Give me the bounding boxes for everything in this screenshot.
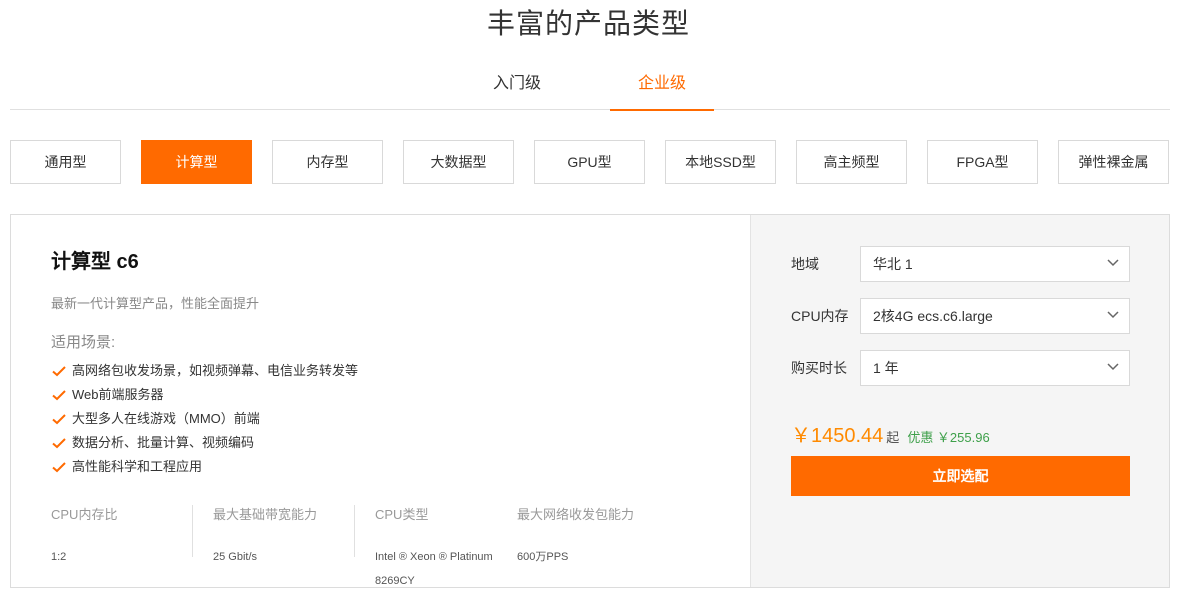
spec-value: Intel ® Xeon ® Platinum 8269CY: [375, 551, 493, 587]
chevron-down-icon: [1107, 259, 1119, 267]
type-tab-memory[interactable]: 内存型: [272, 140, 383, 184]
product-panel: 计算型 c6 最新一代计算型产品，性能全面提升 适用场景: 高网络包收发场景，如…: [10, 214, 1170, 588]
price-area: ￥1450.44 起优惠 ￥255.96: [791, 419, 990, 448]
check-icon: [51, 435, 67, 451]
scenario-title: 适用场景:: [51, 334, 116, 351]
spec-cpu-memory-ratio: CPU内存比 1:2: [51, 505, 191, 569]
cpu-memory-row: CPU内存 2核4G ecs.c6.large: [791, 298, 1131, 334]
check-icon: [51, 387, 67, 403]
spec-value: 600万PPS: [517, 551, 569, 563]
product-type-tabs: 通用型 计算型 内存型 大数据型 GPU型 本地SSD型 高主频型 FPGA型 …: [10, 140, 1170, 184]
page-title: 丰富的产品类型: [486, 8, 690, 39]
duration-row: 购买时长 1 年: [791, 350, 1131, 386]
price-unit: 起: [886, 430, 900, 445]
type-tab-fpga[interactable]: FPGA型: [927, 140, 1038, 184]
spec-cpu-type: CPU类型 Intel ® Xeon ® Platinum 8269CY: [375, 505, 510, 593]
price-amount: ￥1450.44: [791, 425, 884, 447]
divider: [354, 505, 355, 557]
scenario-text: 高网络包收发场景，如视频弹幕、电信业务转发等: [72, 363, 359, 378]
list-item: 高性能科学和工程应用: [51, 455, 358, 479]
region-select[interactable]: 华北 1: [860, 246, 1130, 282]
list-item: Web前端服务器: [51, 383, 358, 407]
type-tab-compute[interactable]: 计算型: [141, 140, 252, 184]
scenario-list: 高网络包收发场景，如视频弹幕、电信业务转发等 Web前端服务器 大型多人在线游戏…: [51, 359, 358, 479]
cpu-memory-select[interactable]: 2核4G ecs.c6.large: [860, 298, 1130, 334]
level-tabs: 入门级 企业级: [10, 64, 1170, 111]
list-item: 数据分析、批量计算、视频编码: [51, 431, 358, 455]
type-tab-local-ssd[interactable]: 本地SSD型: [665, 140, 776, 184]
spec-label: 最大网络收发包能力: [517, 507, 635, 522]
product-description: 最新一代计算型产品，性能全面提升: [51, 296, 260, 311]
duration-select[interactable]: 1 年: [860, 350, 1130, 386]
cpu-memory-label: CPU内存: [791, 308, 849, 324]
spec-value: 1:2: [51, 551, 67, 563]
check-icon: [51, 411, 67, 427]
product-info: 计算型 c6 最新一代计算型产品，性能全面提升 适用场景: 高网络包收发场景，如…: [11, 215, 750, 587]
spec-value: 25 Gbit/s: [213, 551, 258, 563]
spec-label: CPU类型: [375, 507, 429, 522]
discount-text: 优惠 ￥255.96: [907, 430, 990, 445]
cpu-memory-value: 2核4G ecs.c6.large: [873, 308, 993, 324]
configure-now-button[interactable]: 立即选配: [791, 456, 1130, 496]
chevron-down-icon: [1107, 363, 1119, 371]
region-row: 地域 华北 1: [791, 246, 1131, 282]
spec-label: 最大基础带宽能力: [213, 507, 318, 522]
product-name: 计算型 c6: [51, 251, 139, 273]
list-item: 大型多人在线游戏（MMO）前端: [51, 407, 358, 431]
tab-enterprise-level[interactable]: 企业级: [610, 64, 714, 111]
spec-label: CPU内存比: [51, 507, 118, 522]
config-panel: 地域 华北 1 CPU内存 2核4G ecs.c6.large 购买时长 1 年…: [750, 215, 1169, 587]
divider: [192, 505, 193, 557]
scenario-text: 高性能科学和工程应用: [72, 459, 203, 474]
type-tab-big-data[interactable]: 大数据型: [403, 140, 514, 184]
list-item: 高网络包收发场景，如视频弹幕、电信业务转发等: [51, 359, 358, 383]
region-label: 地域: [791, 256, 819, 272]
chevron-down-icon: [1107, 311, 1119, 319]
duration-label: 购买时长: [791, 360, 847, 376]
type-tab-bare-metal[interactable]: 弹性裸金属: [1058, 140, 1169, 184]
scenario-text: 数据分析、批量计算、视频编码: [72, 435, 255, 450]
region-value: 华北 1: [873, 256, 913, 272]
scenario-text: 大型多人在线游戏（MMO）前端: [72, 411, 260, 426]
spec-packet-rate: 最大网络收发包能力 600万PPS: [517, 505, 667, 569]
type-tab-high-frequency[interactable]: 高主频型: [796, 140, 907, 184]
duration-value: 1 年: [873, 360, 899, 376]
check-icon: [51, 363, 67, 379]
type-tab-gpu[interactable]: GPU型: [534, 140, 645, 184]
type-tab-general[interactable]: 通用型: [10, 140, 121, 184]
check-icon: [51, 459, 67, 475]
spec-bandwidth: 最大基础带宽能力 25 Gbit/s: [213, 505, 353, 569]
tab-entry-level[interactable]: 入门级: [456, 64, 578, 110]
scenario-text: Web前端服务器: [72, 387, 164, 402]
